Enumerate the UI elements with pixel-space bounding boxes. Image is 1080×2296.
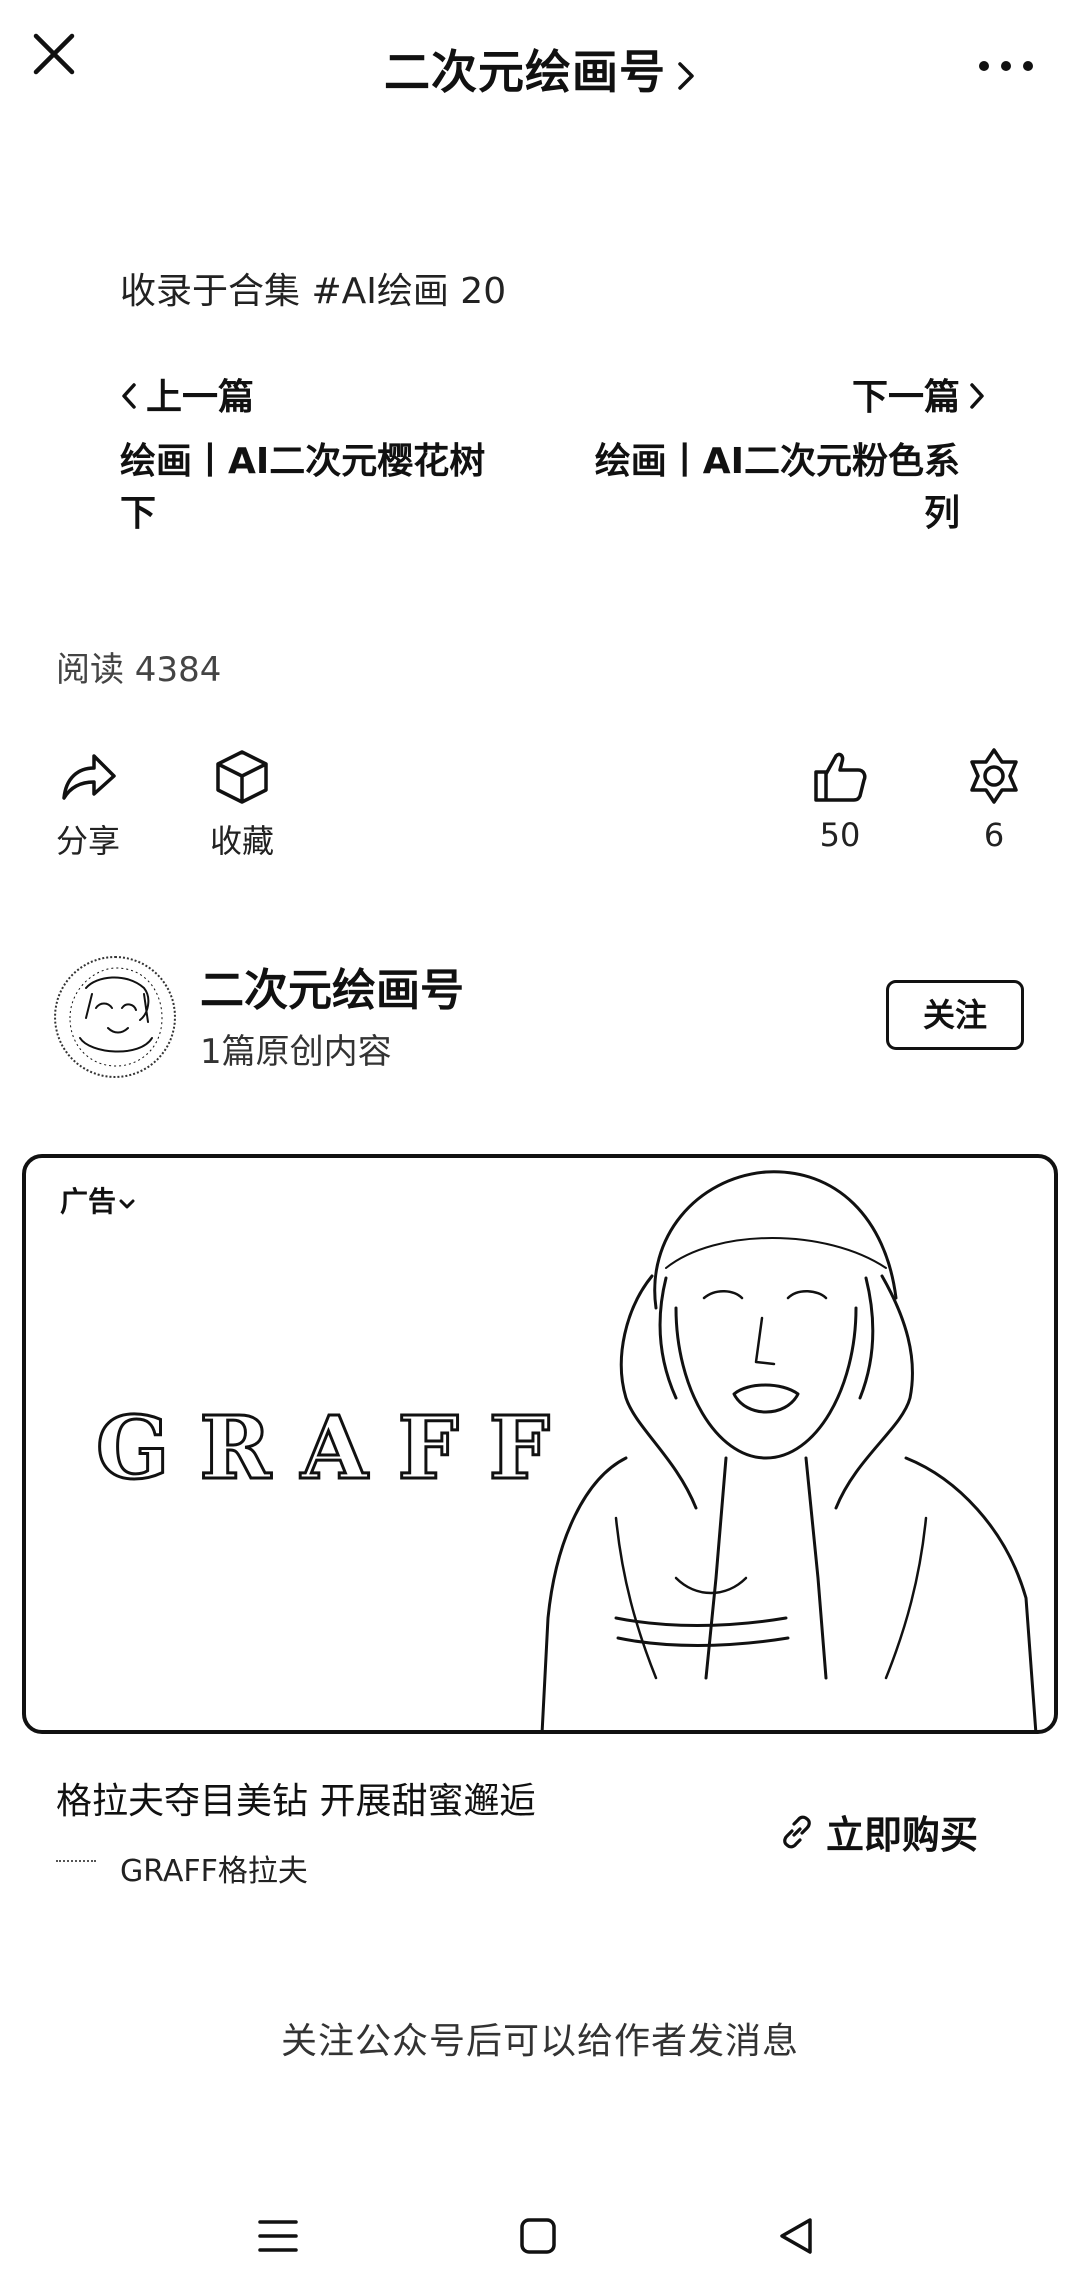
chevron-right-icon bbox=[970, 383, 984, 409]
avatar[interactable] bbox=[54, 956, 176, 1078]
ad-card[interactable]: 广告 GRAFF bbox=[22, 1154, 1058, 1734]
author-name[interactable]: 二次元绘画号 bbox=[200, 954, 464, 1018]
thumb-up-icon bbox=[814, 752, 867, 802]
system-nav-bar bbox=[0, 2200, 1080, 2296]
author-subtitle: 1篇原创内容 bbox=[200, 1032, 392, 1072]
back-triangle-icon bbox=[780, 2218, 812, 2254]
prev-article-title[interactable]: 绘画丨AI二次元樱花树下 bbox=[120, 436, 500, 540]
account-title[interactable]: 二次元绘画号 bbox=[0, 36, 1080, 103]
prev-label: 上一篇 bbox=[146, 377, 255, 418]
back-button[interactable] bbox=[776, 2216, 816, 2260]
buy-now-label: 立即购买 bbox=[826, 1813, 979, 1857]
share-label: 分享 bbox=[55, 822, 120, 860]
like-button[interactable]: 50 bbox=[770, 748, 910, 854]
chevron-down-icon bbox=[119, 1199, 135, 1209]
ad-brand-logo: GRAFF bbox=[95, 1397, 580, 1501]
home-button[interactable] bbox=[518, 2216, 558, 2260]
link-icon bbox=[783, 1815, 811, 1848]
share-icon bbox=[62, 754, 116, 800]
home-square-icon bbox=[520, 2218, 556, 2254]
wow-button[interactable]: 6 bbox=[924, 748, 1064, 854]
prev-article-link[interactable]: 上一篇 bbox=[118, 368, 254, 420]
collection-link[interactable]: 收录于合集 #AI绘画 20 bbox=[120, 262, 506, 314]
read-count: 阅读 4384 bbox=[56, 650, 222, 690]
menu-icon bbox=[258, 2220, 298, 2252]
ad-badge[interactable]: 广告 bbox=[60, 1180, 136, 1220]
favorite-label: 收藏 bbox=[209, 822, 274, 860]
ad-badge-label: 广告 bbox=[60, 1185, 117, 1218]
follow-button[interactable]: 关注 bbox=[886, 980, 1024, 1050]
cube-icon bbox=[216, 750, 268, 804]
next-article-link[interactable]: 下一篇 bbox=[852, 368, 988, 420]
favorite-button[interactable]: 收藏 bbox=[172, 748, 312, 862]
recent-apps-button[interactable] bbox=[256, 2216, 300, 2260]
ad-source-logo-icon bbox=[56, 1860, 96, 1870]
next-article-title[interactable]: 绘画丨AI二次元粉色系列 bbox=[580, 436, 960, 540]
chevron-right-icon bbox=[676, 49, 696, 103]
footer-message: 关注公众号后可以给作者发消息 bbox=[280, 2021, 799, 2062]
star-flower-icon bbox=[970, 748, 1018, 804]
buy-now-button[interactable]: 立即购买 bbox=[780, 1804, 978, 1859]
ad-source-name: GRAFF格拉夫 bbox=[120, 1854, 308, 1889]
ad-headline[interactable]: 格拉夫夺目美钻 开展甜蜜邂逅 bbox=[56, 1772, 535, 1824]
ad-model-illustration bbox=[540, 1170, 1038, 1730]
next-label: 下一篇 bbox=[851, 377, 960, 418]
more-button[interactable] bbox=[976, 56, 1036, 76]
more-icon bbox=[979, 61, 1033, 71]
share-button[interactable]: 分享 bbox=[18, 748, 158, 862]
account-title-text: 二次元绘画号 bbox=[384, 45, 666, 99]
chevron-left-icon bbox=[122, 383, 136, 409]
wow-count: 6 bbox=[983, 816, 1005, 854]
like-count: 50 bbox=[819, 816, 861, 854]
